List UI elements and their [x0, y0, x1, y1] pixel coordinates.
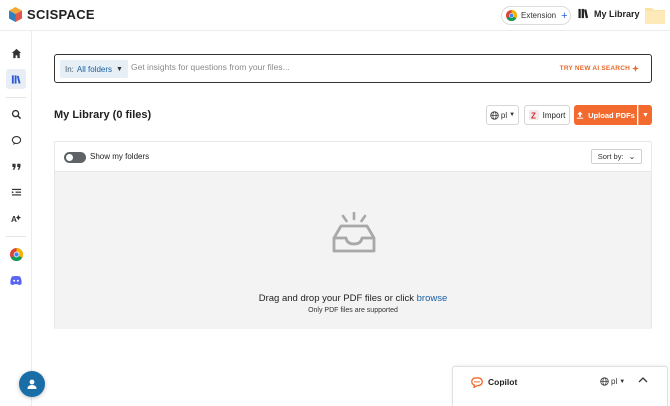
extension-button[interactable]: Extension + [501, 6, 571, 25]
caret-down-icon: ▼ [509, 112, 516, 118]
extension-label: Extension [521, 11, 557, 20]
top-bar: SCISPACE Extension + My Library [0, 0, 670, 31]
page-title: My Library (0 files) [54, 109, 152, 121]
ai-search-bar: In: All folders ▼ TRY NEW AI SEARCH [54, 54, 652, 83]
sidebar-item-discord[interactable] [6, 270, 26, 290]
sidebar-divider [6, 236, 26, 237]
chat-icon [11, 135, 21, 145]
copilot-language-selector[interactable]: pl ▼ [600, 377, 625, 386]
chrome-icon [506, 10, 517, 21]
search-icon [11, 109, 21, 119]
caret-down-icon: ▼ [619, 378, 626, 385]
show-folders-toggle[interactable] [64, 152, 86, 163]
try-new-label: TRY NEW AI SEARCH [559, 65, 630, 72]
caret-down-icon: ▼ [116, 65, 123, 73]
import-label: Import [542, 110, 566, 120]
sidebar-item-library[interactable] [6, 69, 26, 89]
try-new-ai-search-link[interactable]: TRY NEW AI SEARCH [560, 65, 639, 72]
sidebar-item-search[interactable] [6, 104, 26, 124]
drop-instructions: Drag and drop your PDF files or click br… [55, 293, 651, 304]
drop-text: Drag and drop your PDF files or click [258, 293, 414, 304]
chevron-down-icon: ⌄ [628, 152, 636, 161]
upload-options-dropdown[interactable]: ▼ [638, 105, 652, 125]
left-sidebar: A [0, 31, 32, 406]
file-drop-zone[interactable]: Drag and drop your PDF files or click br… [55, 172, 651, 329]
sidebar-item-home[interactable] [6, 43, 26, 63]
sort-by-dropdown[interactable]: Sort by: ⌄ [591, 149, 642, 164]
upload-icon [576, 111, 584, 119]
folder-value: All folders [76, 64, 113, 74]
browse-link[interactable]: browse [417, 293, 448, 304]
brand-name: SCISPACE [27, 7, 95, 22]
sidebar-divider [6, 97, 26, 98]
quote-icon [11, 163, 20, 170]
library-icon [11, 74, 20, 84]
discord-icon [10, 275, 22, 285]
copilot-chat-icon [471, 377, 483, 388]
copilot-language-value: pl [611, 377, 618, 386]
user-icon [27, 379, 37, 389]
svg-text:Z: Z [531, 111, 536, 120]
upload-pdfs-button[interactable]: Upload PDFs [574, 105, 637, 125]
copilot-title: Copilot [488, 377, 518, 387]
language-selector[interactable]: pl ▼ [486, 105, 519, 125]
zotero-icon: Z [528, 110, 539, 120]
folder-selector[interactable]: In: All folders ▼ [60, 60, 128, 78]
sort-label: Sort by: [597, 152, 624, 161]
globe-icon [600, 377, 609, 386]
folder-prefix: In: [65, 64, 74, 74]
scispace-logo-icon [9, 7, 22, 22]
inbox-tray-icon [332, 212, 376, 253]
sparkle-icon [632, 65, 639, 72]
sidebar-item-paraphraser[interactable] [6, 182, 26, 202]
caret-down-icon: ▼ [642, 111, 649, 119]
brand-logo[interactable]: SCISPACE [9, 7, 95, 22]
language-value: pl [500, 110, 508, 120]
folder-avatar-icon[interactable] [644, 5, 666, 25]
copilot-panel[interactable]: Copilot pl ▼ [452, 366, 668, 406]
paraphrase-icon [11, 188, 21, 196]
files-panel: Show my folders Sort by: ⌄ Drag and drop… [54, 141, 652, 329]
svg-text:A: A [11, 215, 17, 224]
my-library-label: My Library [594, 8, 640, 19]
sidebar-item-citation[interactable] [6, 156, 26, 176]
plus-icon: + [561, 9, 568, 22]
chrome-icon [9, 247, 23, 261]
panel-header: Show my folders Sort by: ⌄ [55, 142, 651, 172]
upload-label: Upload PDFs [588, 110, 635, 120]
globe-icon [490, 110, 499, 120]
sidebar-item-chat[interactable] [6, 130, 26, 150]
chevron-up-icon[interactable] [638, 376, 648, 384]
library-books-icon [578, 8, 589, 19]
drop-subtext: Only PDF files are supported [308, 307, 398, 314]
sidebar-item-chrome-extension[interactable] [6, 244, 26, 264]
sidebar-item-ai-detector[interactable]: A [6, 208, 26, 228]
profile-fab-button[interactable] [19, 371, 45, 397]
home-icon [11, 48, 21, 58]
my-library-button[interactable]: My Library [578, 8, 640, 19]
show-folders-label: Show my folders [90, 152, 150, 161]
import-button[interactable]: Z Import [524, 105, 570, 125]
search-input[interactable] [131, 62, 531, 72]
ai-detector-icon: A [11, 214, 21, 224]
